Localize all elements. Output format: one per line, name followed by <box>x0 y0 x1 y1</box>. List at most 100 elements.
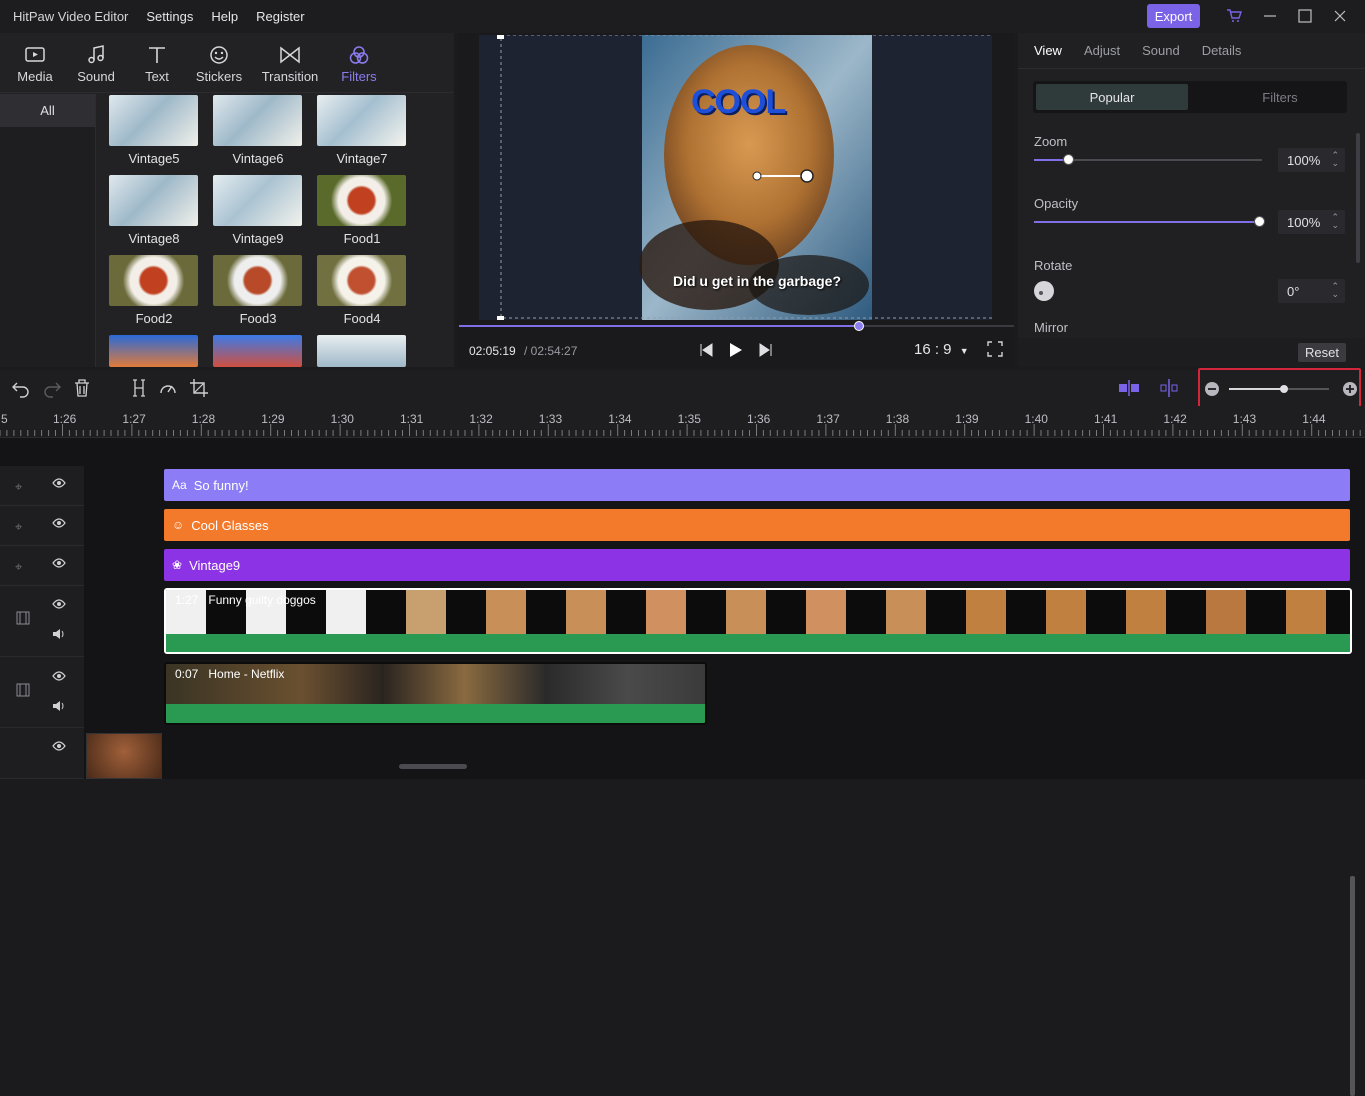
tab-view[interactable]: View <box>1034 43 1062 58</box>
maximize-icon[interactable] <box>1295 6 1315 26</box>
eye-icon[interactable] <box>52 740 66 755</box>
step-forward-icon[interactable] <box>758 342 774 361</box>
filter-thumbnail[interactable] <box>109 95 198 146</box>
opacity-slider[interactable] <box>1034 216 1265 227</box>
filter-thumbnail[interactable] <box>213 175 302 226</box>
segment-popular[interactable]: Popular <box>1036 84 1188 110</box>
speaker-icon[interactable] <box>52 700 66 715</box>
timeline-vertical-scrollbar[interactable] <box>1350 876 1355 1096</box>
minimize-icon[interactable] <box>1260 6 1280 26</box>
rotate-value-field[interactable]: 0° ⌃ ⌄ <box>1278 279 1345 303</box>
filter-clip[interactable]: ❀ Vintage9 <box>164 549 1350 581</box>
caption-text[interactable]: Did u get in the garbage? <box>642 273 872 289</box>
filter-thumbnail[interactable] <box>317 175 406 226</box>
sticker-smile-icon <box>210 46 228 64</box>
tab-details[interactable]: Details <box>1202 43 1242 58</box>
fullscreen-icon[interactable] <box>987 341 1003 360</box>
undo-icon[interactable] <box>11 378 31 398</box>
video-frame <box>886 590 926 634</box>
step-back-icon[interactable] <box>698 342 714 361</box>
current-time: 02:05:19 <box>469 344 516 358</box>
split-icon[interactable] <box>129 378 149 398</box>
filter-label: Food3 <box>239 311 277 326</box>
video-clip-2-name: Home - Netflix <box>208 667 285 681</box>
stepper-icon[interactable]: ⌃ ⌄ <box>1331 213 1339 230</box>
timeline-zoom-slider[interactable] <box>1229 385 1329 393</box>
pin-icon[interactable]: ⌖ <box>15 479 22 495</box>
filter-thumbnail[interactable] <box>317 95 406 146</box>
magnet-icon[interactable] <box>1158 378 1178 398</box>
tab-adjust[interactable]: Adjust <box>1084 43 1120 58</box>
text-clip[interactable]: Aa So funny! <box>164 469 1350 501</box>
timeline-zoom-knob[interactable] <box>1280 385 1288 393</box>
redo-icon[interactable] <box>42 378 62 398</box>
zoom-out-icon[interactable] <box>1203 380 1221 401</box>
timeline-toolbar <box>0 370 1365 406</box>
reset-button[interactable]: Reset <box>1298 343 1346 362</box>
menu-help[interactable]: Help <box>211 9 238 24</box>
opacity-value-field[interactable]: 100% ⌃ ⌄ <box>1278 210 1345 234</box>
menu-settings[interactable]: Settings <box>146 9 193 24</box>
export-button[interactable]: Export <box>1147 4 1200 28</box>
aspect-ratio-select[interactable]: 16 : 9 ▼ <box>914 341 969 358</box>
filter-label: Vintage9 <box>232 231 284 246</box>
pin-icon[interactable]: ⌖ <box>15 519 22 535</box>
stepper-icon[interactable]: ⌃ ⌄ <box>1331 151 1339 168</box>
zoom-in-icon[interactable] <box>1341 380 1359 401</box>
eye-icon[interactable] <box>52 477 66 492</box>
tab-filters[interactable]: Filters <box>334 33 384 92</box>
filter-thumbnail[interactable] <box>109 255 198 306</box>
menu-register[interactable]: Register <box>256 9 304 24</box>
filter-thumbnail[interactable] <box>109 335 198 367</box>
sticker-smile-icon: ☺ <box>172 518 185 532</box>
filter-thumbnail[interactable] <box>317 335 406 367</box>
crop-icon[interactable] <box>189 378 209 398</box>
zoom-slider[interactable] <box>1034 154 1262 165</box>
tab-stickers[interactable]: Stickers <box>192 33 246 92</box>
eye-icon[interactable] <box>52 670 66 685</box>
mirror-label: Mirror <box>1034 320 1068 335</box>
stepper-icon[interactable]: ⌃ ⌄ <box>1331 282 1339 299</box>
sticker-clip[interactable]: ☺ Cool Glasses <box>164 509 1350 541</box>
speed-icon[interactable] <box>158 378 178 398</box>
aspect-ratio-value: 16 : 9 <box>914 341 952 358</box>
segment-filters[interactable]: Filters <box>1204 84 1356 110</box>
zoom-label: Zoom <box>1034 134 1068 149</box>
filter-thumbnail[interactable] <box>109 175 198 226</box>
timeline-ruler[interactable]: 5 1:26 1:27 1:28 1:29 1:30 1:31 1:32 1:33 1:34 1:3… <box>0 406 1365 438</box>
track-header-text: ⌖ <box>0 466 84 506</box>
filter-thumbnail[interactable] <box>213 255 302 306</box>
play-icon[interactable] <box>728 341 744 362</box>
eye-icon[interactable] <box>52 557 66 572</box>
speaker-icon[interactable] <box>52 628 66 643</box>
tab-transition[interactable]: Transition <box>246 33 334 92</box>
tab-media[interactable]: Media <box>0 33 70 92</box>
panel-scrollbar[interactable] <box>1356 133 1360 263</box>
zoom-slider-knob[interactable] <box>1063 154 1075 165</box>
cart-icon[interactable] <box>1224 6 1244 26</box>
video-frame <box>1206 590 1246 634</box>
zoom-value-field[interactable]: 100% ⌃ ⌄ <box>1278 148 1345 172</box>
tab-sound-props[interactable]: Sound <box>1142 43 1180 58</box>
rotate-dial-icon[interactable] <box>1034 281 1054 301</box>
cool-sticker[interactable]: COOL <box>691 83 786 122</box>
preview-progress-track[interactable] <box>459 321 1014 331</box>
eye-icon[interactable] <box>52 517 66 532</box>
filter-thumbnail[interactable] <box>317 255 406 306</box>
filter-thumbnail[interactable] <box>213 335 302 367</box>
eye-icon[interactable] <box>52 598 66 613</box>
close-icon[interactable] <box>1330 6 1350 26</box>
timeline-horizontal-scrollbar[interactable] <box>399 764 467 769</box>
category-all[interactable]: All <box>0 94 95 127</box>
tab-sound[interactable]: Sound <box>70 33 122 92</box>
video-clip-3-thumb[interactable] <box>86 733 162 779</box>
tab-text[interactable]: Text <box>122 33 192 92</box>
filter-thumbnail[interactable] <box>213 95 302 146</box>
video-clip-2[interactable]: 0:07 Home - Netflix <box>164 662 707 725</box>
snap-icon[interactable] <box>1118 378 1139 398</box>
pin-icon[interactable]: ⌖ <box>15 559 22 575</box>
preview-progress-knob[interactable] <box>853 321 864 331</box>
delete-icon[interactable] <box>72 378 92 398</box>
opacity-slider-knob[interactable] <box>1254 216 1265 227</box>
video-clip-1[interactable]: 1:27 Funny guilty doggos <box>164 588 1352 654</box>
